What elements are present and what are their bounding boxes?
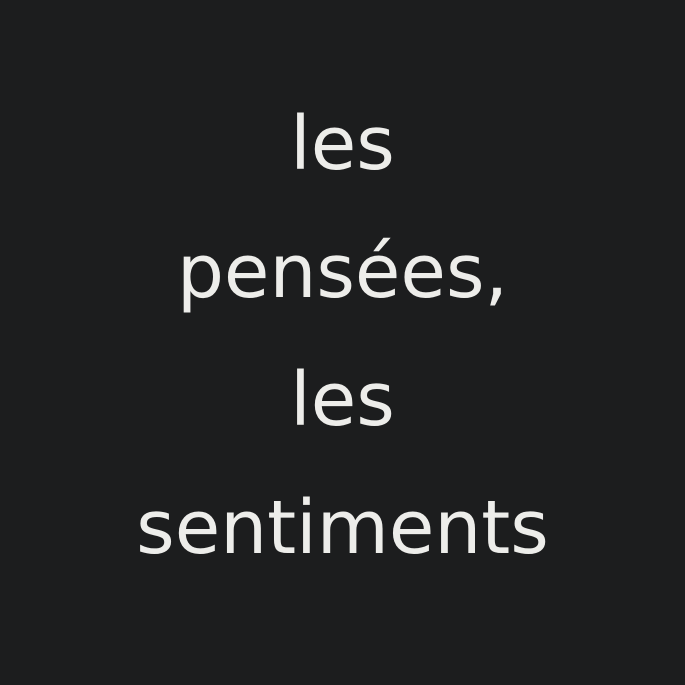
quote-card: les pensées, les sentiments [0, 0, 685, 685]
quote-line-1: les [290, 100, 395, 187]
quote-line-3: les [290, 356, 395, 443]
quote-line-4: sentiments [136, 484, 549, 571]
quote-text: les pensées, les sentiments [136, 80, 549, 592]
quote-line-2: pensées, [176, 228, 509, 315]
